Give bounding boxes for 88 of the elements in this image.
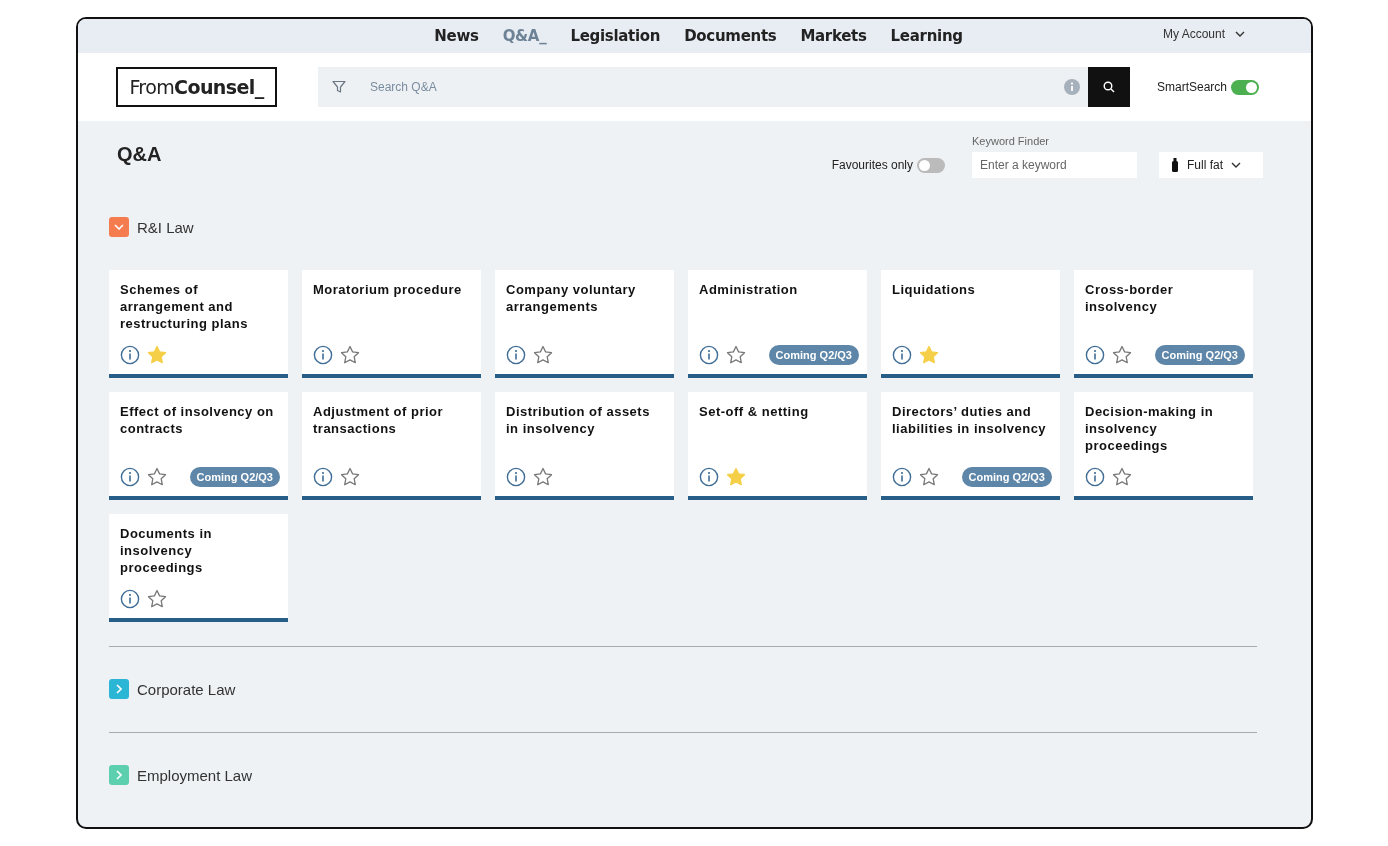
star-outline-icon[interactable]: [919, 467, 939, 487]
smart-search-label: SmartSearch: [1157, 80, 1228, 94]
info-icon[interactable]: [120, 467, 140, 487]
topic-card[interactable]: Effect of insolvency on contracts Coming Q2/Q3: [109, 392, 288, 500]
topic-title: Distribution of assets in insolvency: [506, 403, 651, 437]
topic-card[interactable]: Liquidations: [881, 270, 1060, 378]
page-title: Q&A: [117, 143, 162, 166]
bottle-icon: [1171, 158, 1179, 172]
section-toggle[interactable]: [109, 765, 129, 785]
section-title[interactable]: Corporate Law: [137, 680, 236, 698]
coming-soon-badge: Coming Q2/Q3: [961, 467, 1052, 487]
star-outline-icon[interactable]: [147, 589, 167, 609]
chevron-right-icon: [116, 770, 122, 780]
topic-title: Liquidations: [892, 281, 977, 298]
topic-card[interactable]: Directors’ duties and liabilities in insolvency Coming Q2/Q3: [881, 392, 1060, 500]
topic-card[interactable]: Cross-border insolvency Coming Q2/Q3: [1074, 270, 1253, 378]
topic-card[interactable]: Adjustment of prior transactions: [302, 392, 481, 500]
topic-card[interactable]: Schemes of arrangement and restructuring plans: [109, 270, 288, 378]
info-icon[interactable]: [506, 467, 526, 487]
star-outline-icon[interactable]: [726, 345, 746, 365]
filled-star-icon[interactable]: [147, 345, 167, 365]
info-icon[interactable]: [892, 467, 912, 487]
coming-soon-badge: Coming Q2/Q3: [1154, 345, 1245, 365]
nav-link[interactable]: News: [434, 27, 479, 45]
topic-title: Adjustment of prior transactions: [313, 403, 445, 437]
star-outline-icon[interactable]: [340, 345, 360, 365]
info-icon[interactable]: [120, 589, 140, 609]
info-icon[interactable]: [892, 345, 912, 365]
star-outline-icon[interactable]: [1112, 467, 1132, 487]
star-outline-icon[interactable]: [533, 467, 553, 487]
topic-card[interactable]: Administration Coming Q2/Q3: [688, 270, 867, 378]
star-outline-icon[interactable]: [533, 345, 553, 365]
search-input[interactable]: Search Q&A: [368, 79, 1064, 95]
info-icon[interactable]: [506, 345, 526, 365]
favourites-only-label: Favourites only: [831, 158, 913, 172]
section-toggle[interactable]: [109, 217, 129, 237]
mode-dropdown[interactable]: Full fat: [1159, 152, 1263, 178]
chevron-down-icon: [1231, 162, 1241, 168]
topic-title: Set-off & netting: [699, 403, 810, 420]
info-icon[interactable]: [1085, 467, 1105, 487]
star-outline-icon[interactable]: [1112, 345, 1132, 365]
star-outline-icon[interactable]: [340, 467, 360, 487]
topic-title: Moratorium procedure: [313, 281, 463, 298]
info-icon[interactable]: [699, 467, 719, 487]
search-button[interactable]: [1088, 67, 1130, 107]
section-title[interactable]: R&I Law: [137, 218, 194, 236]
keyword-input-field[interactable]: Enter a keyword: [972, 152, 1137, 178]
info-icon[interactable]: [699, 345, 719, 365]
topic-card[interactable]: Documents in insolvency proceedings: [109, 514, 288, 622]
filled-star-icon[interactable]: [726, 467, 746, 487]
search-field[interactable]: Search Q&A: [318, 67, 1130, 107]
topic-title: Administration: [699, 281, 799, 298]
keyword-finder-label: Keyword Finder: [972, 135, 1051, 147]
topic-title: Decision-making in insolvency proceedings: [1085, 403, 1215, 454]
section-title[interactable]: Employment Law: [137, 766, 253, 784]
search-icon: [1103, 81, 1115, 93]
topic-title: Directors’ duties and liabilities in insolvency: [892, 403, 1048, 437]
topic-title: Company voluntary arrangements: [506, 281, 637, 315]
account-menu[interactable]: My Account: [1162, 27, 1245, 41]
info-icon[interactable]: [1085, 345, 1105, 365]
smart-search-toggle[interactable]: [1231, 79, 1260, 95]
topic-title: Documents in insolvency proceedings: [120, 525, 213, 576]
topic-card[interactable]: Company voluntary arrangements: [495, 270, 674, 378]
star-outline-icon[interactable]: [147, 467, 167, 487]
section-toggle[interactable]: [109, 679, 129, 699]
chevron-down-icon: [114, 224, 124, 230]
coming-soon-badge: Coming Q2/Q3: [768, 345, 859, 365]
topic-title: Schemes of arrangement and restructuring plans: [120, 281, 249, 332]
chevron-down-icon: [1235, 31, 1245, 37]
coming-soon-badge: Coming Q2/Q3: [189, 467, 280, 487]
logo[interactable]: FromCounsel_: [116, 67, 277, 107]
info-icon[interactable]: [120, 345, 140, 365]
nav-link[interactable]: Documents: [684, 27, 777, 45]
nav-link[interactable]: Markets: [800, 27, 867, 45]
info-icon[interactable]: [313, 345, 333, 365]
topic-title: Cross-border insolvency: [1085, 281, 1175, 315]
topic-title: Effect of insolvency on contracts: [120, 403, 275, 437]
topic-card[interactable]: Moratorium procedure: [302, 270, 481, 378]
nav-link[interactable]: Legislation: [570, 27, 661, 45]
topic-card[interactable]: Decision-making in insolvency proceedings: [1074, 392, 1253, 500]
info-icon[interactable]: [313, 467, 333, 487]
filled-star-icon[interactable]: [919, 345, 939, 365]
favourites-only-toggle[interactable]: [917, 157, 945, 173]
topic-card[interactable]: Set-off & netting: [688, 392, 867, 500]
filter-icon: [332, 80, 346, 94]
chevron-right-icon: [116, 684, 122, 694]
topic-card[interactable]: Distribution of assets in insolvency: [495, 392, 674, 500]
nav-link[interactable]: Learning: [890, 27, 963, 45]
